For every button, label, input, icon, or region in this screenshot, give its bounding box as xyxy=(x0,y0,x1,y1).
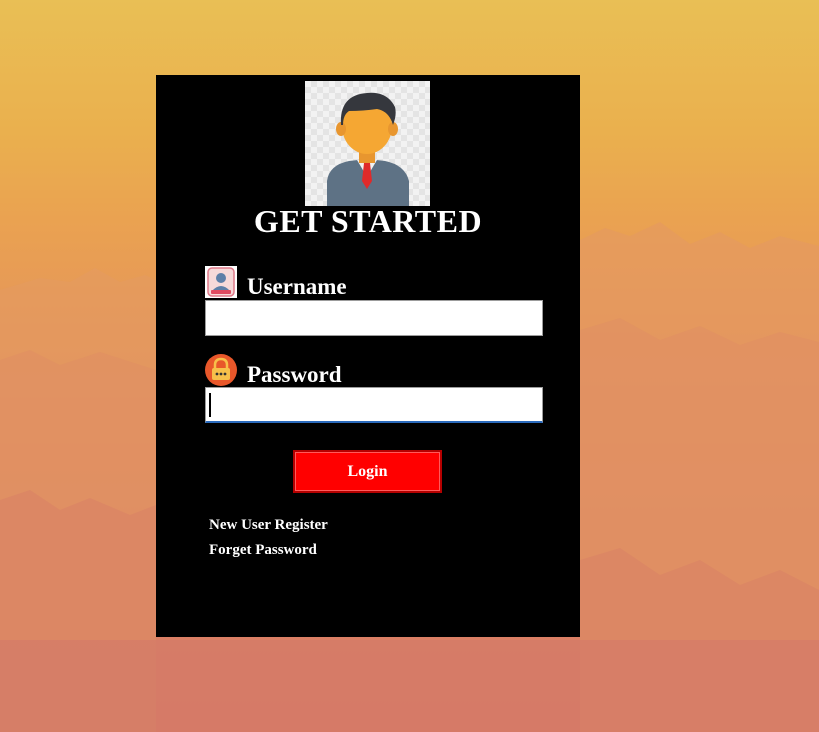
new-user-register-link[interactable]: New User Register xyxy=(209,517,328,534)
password-label-row: Password xyxy=(205,354,342,387)
username-label: Username xyxy=(247,274,347,299)
text-caret xyxy=(209,393,211,417)
forget-password-link[interactable]: Forget Password xyxy=(209,542,317,559)
login-button[interactable]: Login xyxy=(293,450,442,493)
user-avatar-icon xyxy=(305,81,430,206)
username-input[interactable] xyxy=(205,300,543,336)
password-input[interactable] xyxy=(205,387,543,423)
padlock-icon xyxy=(205,354,237,386)
username-label-row: Username xyxy=(205,266,347,299)
password-label: Password xyxy=(247,362,342,387)
user-badge-icon xyxy=(205,266,237,298)
login-panel: GET STARTED Username Password Login New … xyxy=(156,75,580,637)
page-title: GET STARTED xyxy=(253,203,483,239)
